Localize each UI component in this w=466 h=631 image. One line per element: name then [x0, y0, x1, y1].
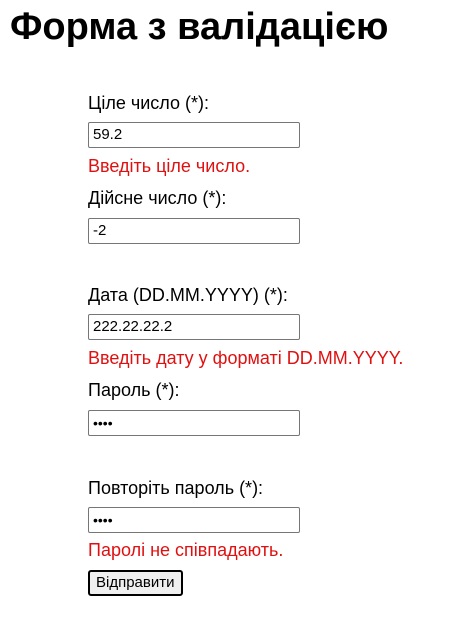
- password-repeat-error: Паролі не співпадають.: [88, 540, 284, 560]
- password-repeat-input[interactable]: ••••: [88, 507, 300, 533]
- real-label: Дійсне число (*):: [88, 188, 227, 208]
- password-label: Пароль (*):: [88, 380, 180, 400]
- integer-label: Ціле число (*):: [88, 93, 209, 113]
- password-repeat-label: Повторіть пароль (*):: [88, 478, 264, 498]
- integer-input[interactable]: 59.2: [88, 122, 300, 148]
- date-input[interactable]: 222.22.22.2: [88, 314, 300, 340]
- submit-button[interactable]: Відправити: [88, 570, 183, 596]
- password-input[interactable]: ••••: [88, 410, 300, 436]
- integer-error: Введіть ціле число.: [88, 156, 251, 176]
- real-input[interactable]: -2: [88, 218, 300, 244]
- date-error: Введіть дату у форматі DD.MM.YYYY.: [88, 348, 404, 368]
- date-label: Дата (DD.MM.YYYY) (*):: [88, 285, 288, 305]
- page-title: Форма з валідацією: [10, 6, 389, 48]
